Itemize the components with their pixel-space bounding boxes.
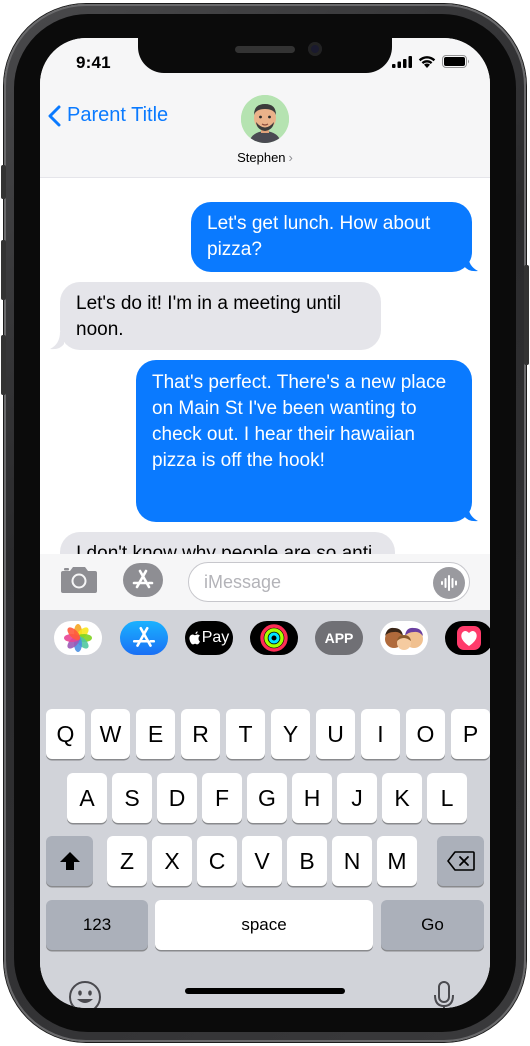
back-button-label: Parent Title — [67, 104, 169, 126]
key-b[interactable]: B — [287, 836, 327, 886]
key-z[interactable]: Z — [107, 836, 147, 886]
app-store-icon — [132, 569, 154, 589]
volume-down-button — [1, 335, 6, 395]
key-d[interactable]: D — [157, 773, 197, 823]
speaker-grille — [235, 46, 295, 53]
shift-arrow-icon — [59, 852, 80, 870]
numbers-key[interactable]: 123 — [46, 900, 148, 950]
key-s[interactable]: S — [112, 773, 152, 823]
key-g[interactable]: G — [247, 773, 287, 823]
camera-button[interactable] — [60, 564, 98, 599]
digital-touch-app-icon[interactable] — [445, 621, 490, 655]
key-k[interactable]: K — [382, 773, 422, 823]
message-bubble-incoming[interactable]: I don't know why people are so anti pine… — [60, 532, 395, 554]
photos-flower-icon — [64, 624, 92, 652]
key-l[interactable]: L — [427, 773, 467, 823]
audio-message-button[interactable] — [433, 567, 465, 599]
heart-icon — [457, 626, 481, 650]
camera-icon — [61, 567, 97, 593]
key-h[interactable]: H — [292, 773, 332, 823]
generic-app-icon[interactable]: APP — [315, 621, 363, 655]
notch — [138, 38, 392, 73]
key-u[interactable]: U — [316, 709, 355, 759]
keyboard: QWERTYUIOP ASDFGHJKL ZXCVBNM 123 space G… — [40, 670, 490, 1008]
wifi-icon — [418, 56, 436, 68]
contact-name: Stephen — [237, 150, 286, 165]
key-f[interactable]: F — [202, 773, 242, 823]
key-o[interactable]: O — [406, 709, 445, 759]
memoji-avatar-icon — [241, 95, 289, 143]
key-t[interactable]: T — [226, 709, 265, 759]
key-n[interactable]: N — [332, 836, 372, 886]
key-e[interactable]: E — [136, 709, 175, 759]
memoji-app-icon[interactable] — [380, 621, 428, 655]
chevron-left-icon — [48, 105, 61, 126]
app-store-a-icon — [132, 626, 156, 647]
apple-pay-app-icon[interactable]: Pay — [185, 621, 233, 655]
chevron-right-icon: › — [288, 150, 293, 165]
emoji-face-icon — [69, 981, 101, 1008]
imessage-input[interactable] — [188, 562, 470, 602]
key-j[interactable]: J — [337, 773, 377, 823]
activity-rings-icon — [260, 624, 288, 652]
app-store-button[interactable] — [123, 563, 163, 597]
dictation-button[interactable] — [433, 980, 455, 1008]
microphone-icon — [434, 981, 454, 1008]
key-r[interactable]: R — [181, 709, 220, 759]
photos-app-icon[interactable] — [54, 621, 102, 655]
delete-key[interactable] — [437, 836, 484, 886]
message-bubble-incoming[interactable]: Let's do it! I'm in a meeting until noon… — [60, 282, 381, 350]
home-indicator[interactable] — [185, 988, 345, 994]
message-bubble-outgoing[interactable]: Let's get lunch. How about pizza? — [191, 202, 472, 272]
key-q[interactable]: Q — [46, 709, 85, 759]
contact-name-button[interactable]: Stephen › — [40, 150, 490, 165]
key-a[interactable]: A — [67, 773, 107, 823]
shift-key[interactable] — [46, 836, 93, 886]
app-store-app-icon[interactable] — [120, 621, 168, 655]
key-x[interactable]: X — [152, 836, 192, 886]
back-button[interactable]: Parent Title — [48, 104, 168, 127]
apple-pay-label: Pay — [201, 629, 230, 646]
conversation-header: Parent Title Stephen › — [40, 88, 490, 178]
app-drawer: Pay APP — [40, 610, 490, 670]
key-v[interactable]: V — [242, 836, 282, 886]
silent-switch — [1, 165, 6, 199]
emoji-button[interactable] — [68, 980, 102, 1008]
waveform-icon — [441, 575, 457, 591]
volume-up-button — [1, 240, 6, 300]
status-icons — [392, 55, 470, 68]
memoji-faces-icon — [385, 627, 423, 650]
front-camera — [308, 42, 322, 56]
backspace-icon — [446, 851, 475, 871]
message-thread[interactable]: Let's get lunch. How about pizza? Let's … — [40, 178, 490, 554]
message-bubble-outgoing[interactable]: That's perfect. There's a new place on M… — [136, 360, 472, 522]
compose-bar — [40, 554, 490, 610]
power-button — [524, 265, 529, 365]
go-key[interactable]: Go — [381, 900, 484, 950]
contact-avatar[interactable] — [241, 95, 289, 143]
battery-icon — [442, 55, 469, 68]
key-c[interactable]: C — [197, 836, 237, 886]
activity-app-icon[interactable] — [250, 621, 298, 655]
generic-app-label: APP — [324, 630, 354, 646]
space-key[interactable]: space — [155, 900, 373, 950]
screen: 9:41 Parent Title Stephen › Let's get lu… — [40, 38, 490, 1008]
key-i[interactable]: I — [361, 709, 400, 759]
cellular-signal-icon — [392, 55, 412, 68]
status-bar: 9:41 — [40, 38, 490, 88]
status-time: 9:41 — [76, 53, 111, 72]
apple-logo-icon — [189, 631, 200, 645]
key-m[interactable]: M — [377, 836, 417, 886]
key-w[interactable]: W — [91, 709, 130, 759]
key-p[interactable]: P — [451, 709, 490, 759]
key-y[interactable]: Y — [271, 709, 310, 759]
